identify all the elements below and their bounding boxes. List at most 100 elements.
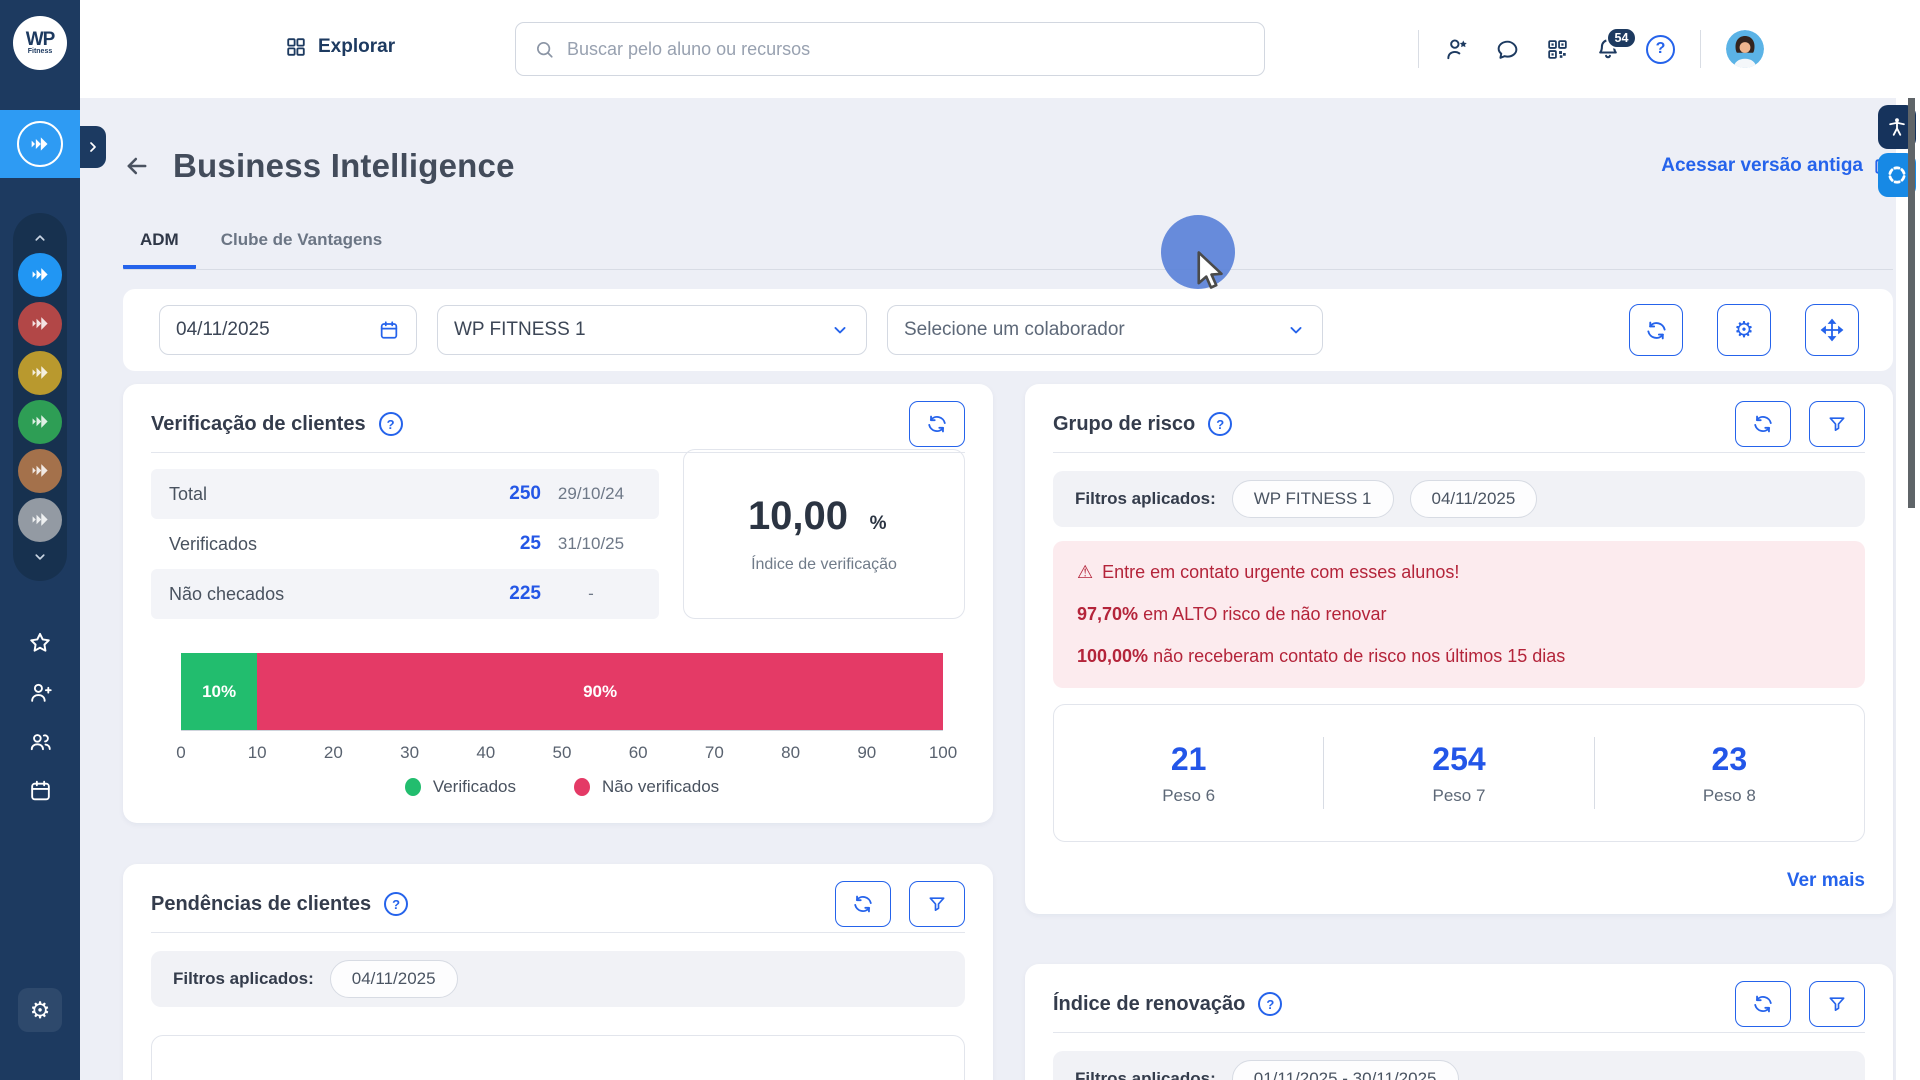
- x-tick: 70: [705, 743, 724, 763]
- refresh-button[interactable]: [909, 401, 965, 447]
- row-value: 25: [477, 533, 541, 555]
- search-input[interactable]: [567, 39, 1246, 60]
- tab-clube-de-vantagens[interactable]: Clube de Vantagens: [204, 230, 400, 269]
- funnel-icon: [927, 894, 947, 914]
- back-button[interactable]: [123, 152, 151, 180]
- warning-icon: ⚠: [1077, 562, 1093, 583]
- verification-card: Verificação de clientes ? Total 250: [123, 384, 993, 823]
- legacy-version-link[interactable]: Acessar versão antiga: [1661, 155, 1893, 177]
- accessibility-icon: [1886, 116, 1908, 138]
- chevron-down-icon: [1286, 320, 1306, 340]
- sidebar-item-schedule[interactable]: [28, 778, 53, 803]
- index-unit: %: [856, 502, 900, 546]
- sidebar-settings-button[interactable]: ⚙: [18, 988, 62, 1032]
- bar-label: 90%: [583, 682, 617, 702]
- wp-fitness-logo[interactable]: WP Fitness: [13, 16, 67, 70]
- dashboard-settings-button[interactable]: ⚙: [1717, 304, 1771, 356]
- notification-badge: 54: [1606, 27, 1637, 49]
- refresh-button[interactable]: [835, 881, 891, 927]
- search-icon: [534, 39, 555, 60]
- filter-button[interactable]: [909, 881, 965, 927]
- tab-adm[interactable]: ADM: [123, 230, 196, 269]
- right-column: Grupo de risco ? Filtros aplicados: WP: [1025, 384, 1893, 1080]
- help-icon[interactable]: ?: [1258, 992, 1282, 1016]
- logo-text: WP: [26, 31, 55, 48]
- units-scroll-up-button[interactable]: [31, 228, 49, 248]
- notifications-button[interactable]: 54: [1595, 36, 1621, 62]
- sidebar-item-add-client[interactable]: [28, 680, 53, 705]
- refresh-icon: [926, 413, 948, 435]
- sidebar-item-clients[interactable]: [28, 729, 53, 754]
- collaborator-select[interactable]: Selecione um colaborador: [887, 305, 1323, 355]
- row-value: 225: [477, 583, 541, 605]
- qr-code-icon: [1545, 37, 1570, 62]
- date-filter-input[interactable]: 04/11/2025: [159, 305, 417, 355]
- global-filter-bar: 04/11/2025 WP FITNESS 1 Selecione um col…: [123, 289, 1893, 371]
- rearrange-cards-button[interactable]: [1805, 304, 1859, 356]
- card-title: Grupo de risco: [1053, 413, 1195, 436]
- see-more-link[interactable]: Ver mais: [1053, 870, 1865, 892]
- chat-icon: [1495, 37, 1520, 62]
- user-avatar[interactable]: [1726, 30, 1764, 68]
- help-button[interactable]: ?: [1646, 35, 1675, 64]
- refresh-icon: [1752, 413, 1774, 435]
- unit-circle-6[interactable]: [18, 498, 62, 542]
- move-icon: [1820, 318, 1844, 342]
- refresh-button[interactable]: [1735, 981, 1791, 1027]
- legend-dot: [574, 778, 590, 796]
- refresh-button[interactable]: [1735, 401, 1791, 447]
- applied-filters-label: Filtros aplicados:: [1075, 1069, 1216, 1080]
- help-icon[interactable]: ?: [384, 892, 408, 916]
- explore-button[interactable]: Explorar: [285, 36, 395, 58]
- card-title: Pendências de clientes: [151, 893, 371, 916]
- unit-circle-5[interactable]: [18, 449, 62, 493]
- x-tick: 60: [629, 743, 648, 763]
- page-tabs: ADM Clube de Vantagens: [123, 230, 1893, 270]
- unit-circle-1[interactable]: [18, 253, 62, 297]
- unit-logo-icon: [31, 412, 50, 431]
- alert-line-1: Entre em contato urgente com esses aluno…: [1102, 562, 1459, 583]
- chat-button[interactable]: [1495, 37, 1520, 62]
- divider: [151, 932, 965, 933]
- chart-x-axis: 0 10 20 30 40 50 60 70 80 90 100: [181, 731, 943, 765]
- unit-select[interactable]: WP FITNESS 1: [437, 305, 867, 355]
- active-unit-tile[interactable]: [0, 110, 80, 178]
- help-icon[interactable]: ?: [1208, 412, 1232, 436]
- alert-percent: 97,70%: [1077, 604, 1138, 624]
- left-column: Verificação de clientes ? Total 250: [123, 384, 993, 1080]
- unit-circle-4[interactable]: [18, 400, 62, 444]
- help-icon[interactable]: ?: [379, 412, 403, 436]
- unit-circle-2[interactable]: [18, 302, 62, 346]
- divider: [1053, 452, 1865, 453]
- units-scroll-down-button[interactable]: [31, 547, 49, 567]
- refresh-all-button[interactable]: [1629, 304, 1683, 356]
- logo-subtext: Fitness: [28, 48, 53, 55]
- person-add-icon: [28, 680, 53, 705]
- row-value: 250: [477, 483, 541, 505]
- refresh-icon: [852, 893, 874, 915]
- question-icon: ?: [392, 897, 400, 912]
- qr-code-button[interactable]: [1545, 37, 1570, 62]
- page-scrollbar[interactable]: [1908, 98, 1915, 508]
- invite-user-button[interactable]: [1444, 36, 1470, 62]
- page-header: Business Intelligence Acessar versão ant…: [123, 142, 1893, 190]
- unit-select-value: WP FITNESS 1: [454, 319, 820, 341]
- question-icon: ?: [1216, 417, 1224, 432]
- unit-logo-icon: [31, 314, 50, 333]
- divider: [1418, 30, 1419, 68]
- mouse-cursor: [1190, 249, 1232, 291]
- verification-card-header: Verificação de clientes ?: [151, 404, 965, 444]
- card-title: Verificação de clientes: [151, 413, 366, 436]
- filter-button[interactable]: [1809, 401, 1865, 447]
- filter-button[interactable]: [1809, 981, 1865, 1027]
- filter-chip: 04/11/2025: [1410, 480, 1538, 518]
- sidebar-item-favorites[interactable]: [27, 630, 53, 656]
- date-filter-value: 04/11/2025: [176, 319, 368, 341]
- sidebar-expand-button[interactable]: [80, 126, 106, 168]
- applied-filters: Filtros aplicados: 01/11/2025 - 30/11/20…: [1053, 1051, 1865, 1080]
- question-icon: ?: [387, 417, 395, 432]
- arrow-left-icon: [123, 152, 151, 180]
- unit-circle-3[interactable]: [18, 351, 62, 395]
- stacked-bar: 10% 90%: [181, 653, 943, 731]
- calendar-icon: [378, 319, 400, 341]
